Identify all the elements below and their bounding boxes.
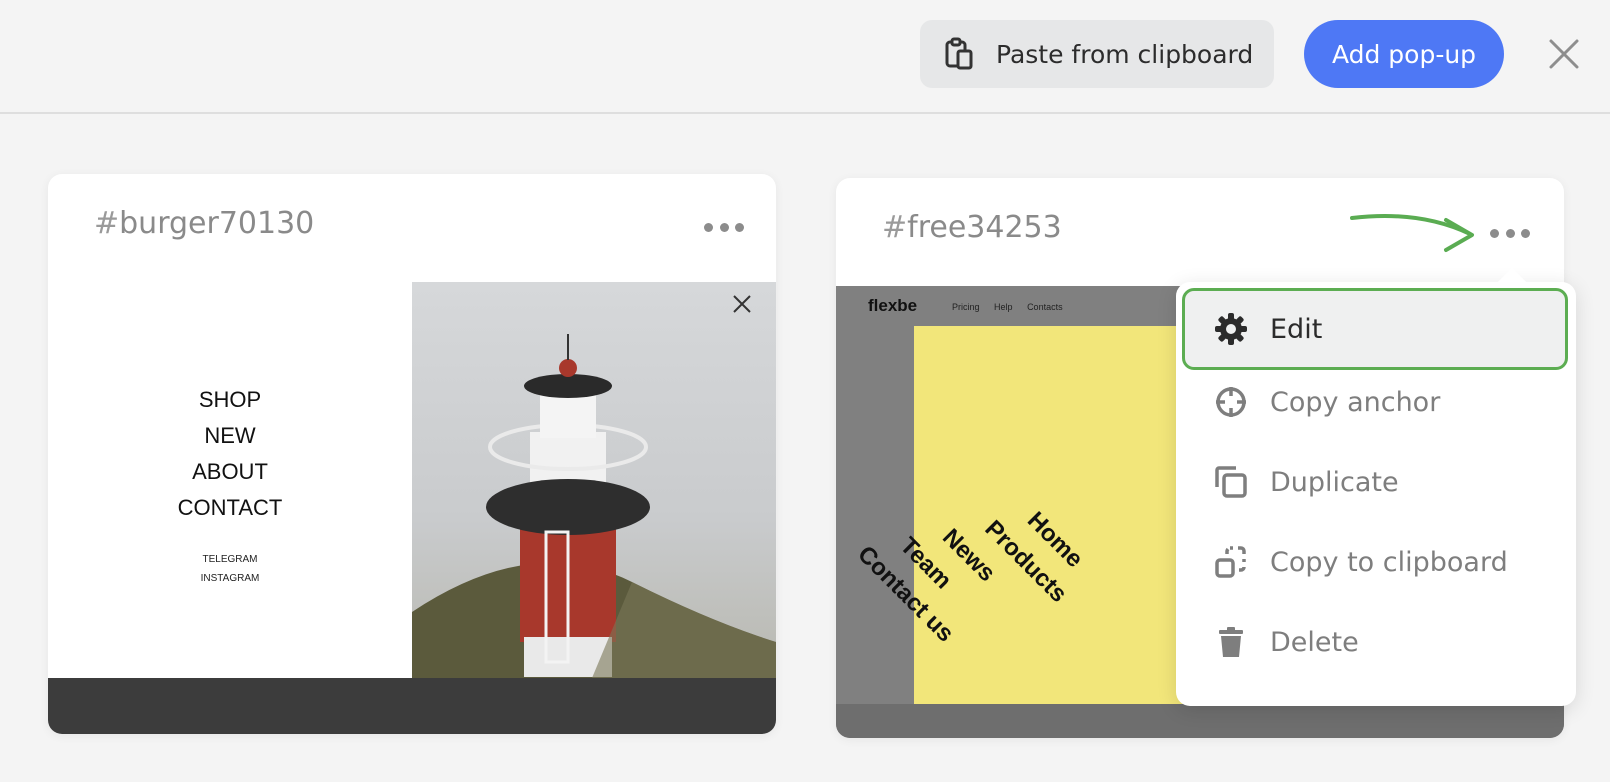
close-icon[interactable] [1548,38,1580,70]
more-options-icon[interactable] [704,220,744,234]
preview-menu: SHOP NEW ABOUT CONTACT [177,387,283,520]
context-menu: Edit Copy anchor Duplicate Copy to clipb… [1176,267,1576,706]
paste-button-label: Paste from clipboard [996,39,1254,69]
menu-item-copy-anchor[interactable]: Copy anchor [1176,362,1576,442]
lighthouse-image [412,282,776,678]
menu-item-duplicate[interactable]: Duplicate [1176,442,1576,522]
popup-card[interactable]: #burger70130 SHOP NEW ABOUT CONTACT TELE… [48,174,776,734]
preview-close-icon [733,295,751,313]
preview-nav: Pricing Help Contacts [952,302,1063,312]
preview-social: TELEGRAM INSTAGRAM [200,554,260,584]
popup-anchor: #free34253 [882,210,1062,245]
duplicate-icon [1215,466,1247,498]
menu-item-copy-to-clipboard[interactable]: Copy to clipboard [1176,522,1576,602]
copy-clipboard-icon [1215,546,1246,578]
popup-preview: SHOP NEW ABOUT CONTACT TELEGRAM INSTAGRA… [48,282,776,734]
add-popup-button[interactable]: Add pop-up [1304,20,1504,88]
preview-brand: flexbe [868,296,918,315]
clipboard-icon [945,37,973,70]
top-toolbar: Paste from clipboard Add pop-up [0,0,1610,114]
arrow-annotation-icon [1350,214,1474,252]
trash-icon [1219,627,1243,657]
gear-icon [1215,313,1247,345]
crosshair-icon [1216,387,1246,417]
popup-anchor: #burger70130 [94,206,315,241]
paste-from-clipboard-button[interactable]: Paste from clipboard [920,20,1274,88]
menu-item-delete[interactable]: Delete [1176,602,1576,682]
more-options-icon[interactable] [1490,226,1530,240]
menu-item-edit[interactable]: Edit [1182,288,1568,370]
